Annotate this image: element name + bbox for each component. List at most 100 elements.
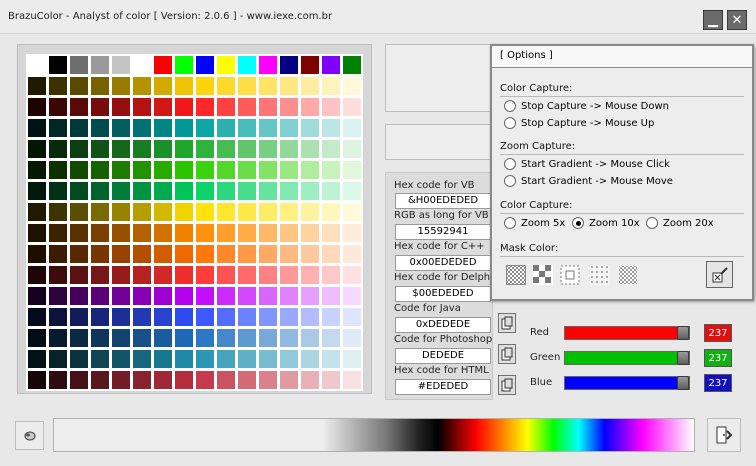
palette-swatch[interactable] (342, 118, 362, 138)
palette-swatch[interactable] (321, 265, 341, 285)
palette-swatch[interactable] (48, 181, 68, 201)
palette-swatch[interactable] (48, 223, 68, 243)
palette-swatch[interactable] (342, 307, 362, 327)
palette-swatch[interactable] (69, 55, 89, 75)
palette-swatch[interactable] (174, 55, 194, 75)
palette-swatch[interactable] (132, 307, 152, 327)
eyedropper-button[interactable] (15, 421, 44, 450)
palette-swatch[interactable] (300, 349, 320, 369)
palette-swatch[interactable] (237, 244, 257, 264)
palette-swatch[interactable] (153, 118, 173, 138)
palette-swatch[interactable] (69, 265, 89, 285)
palette-swatch[interactable] (27, 328, 47, 348)
copy-java-button[interactable] (498, 313, 516, 333)
green-slider-thumb[interactable] (677, 351, 689, 365)
palette-swatch[interactable] (279, 118, 299, 138)
blue-slider[interactable] (564, 376, 690, 390)
palette-swatch[interactable] (111, 160, 131, 180)
palette-swatch[interactable] (111, 55, 131, 75)
palette-swatch[interactable] (195, 202, 215, 222)
palette-swatch[interactable] (237, 349, 257, 369)
palette-swatch[interactable] (195, 265, 215, 285)
palette-swatch[interactable] (132, 160, 152, 180)
palette-swatch[interactable] (69, 118, 89, 138)
palette-swatch[interactable] (132, 97, 152, 117)
palette-swatch[interactable] (69, 328, 89, 348)
palette-swatch[interactable] (321, 223, 341, 243)
palette-swatch[interactable] (174, 223, 194, 243)
palette-swatch[interactable] (27, 55, 47, 75)
palette-swatch[interactable] (132, 328, 152, 348)
palette-swatch[interactable] (300, 370, 320, 390)
palette-swatch[interactable] (111, 328, 131, 348)
palette-swatch[interactable] (300, 97, 320, 117)
palette-swatch[interactable] (153, 370, 173, 390)
palette-swatch[interactable] (279, 286, 299, 306)
palette-swatch[interactable] (48, 244, 68, 264)
palette-swatch[interactable] (279, 97, 299, 117)
palette-swatch[interactable] (90, 223, 110, 243)
palette-swatch[interactable] (111, 265, 131, 285)
palette-swatch[interactable] (279, 328, 299, 348)
palette-swatch[interactable] (90, 139, 110, 159)
palette-swatch[interactable] (132, 286, 152, 306)
palette-swatch[interactable] (237, 307, 257, 327)
palette-swatch[interactable] (27, 202, 47, 222)
palette-swatch[interactable] (258, 97, 278, 117)
palette-swatch[interactable] (300, 118, 320, 138)
palette-swatch[interactable] (195, 349, 215, 369)
mask-checker-fine-icon[interactable] (506, 265, 526, 285)
palette-swatch[interactable] (279, 76, 299, 96)
minimize-button[interactable]: ▁ (703, 10, 723, 30)
palette-swatch[interactable] (69, 76, 89, 96)
palette-swatch[interactable] (279, 244, 299, 264)
palette-swatch[interactable] (342, 55, 362, 75)
palette-swatch[interactable] (195, 328, 215, 348)
code-field-vb[interactable]: &H00EDEDED (395, 193, 491, 209)
palette-swatch[interactable] (195, 160, 215, 180)
palette-swatch[interactable] (153, 307, 173, 327)
palette-swatch[interactable] (300, 139, 320, 159)
palette-swatch[interactable] (216, 202, 236, 222)
palette-swatch[interactable] (258, 76, 278, 96)
palette-swatch[interactable] (90, 370, 110, 390)
palette-swatch[interactable] (300, 286, 320, 306)
radio-icon[interactable] (646, 217, 658, 229)
palette-swatch[interactable] (153, 286, 173, 306)
palette-swatch[interactable] (258, 118, 278, 138)
palette-swatch[interactable] (174, 139, 194, 159)
red-slider[interactable] (564, 326, 690, 340)
palette-swatch[interactable] (69, 202, 89, 222)
palette-swatch[interactable] (342, 370, 362, 390)
palette-swatch[interactable] (90, 118, 110, 138)
palette-swatch[interactable] (216, 223, 236, 243)
palette-swatch[interactable] (174, 181, 194, 201)
palette-swatch[interactable] (27, 244, 47, 264)
blue-slider-thumb[interactable] (677, 376, 689, 390)
palette-swatch[interactable] (321, 160, 341, 180)
palette-swatch[interactable] (174, 307, 194, 327)
palette-swatch[interactable] (111, 76, 131, 96)
palette-swatch[interactable] (342, 286, 362, 306)
palette-swatch[interactable] (174, 244, 194, 264)
palette-swatch[interactable] (132, 118, 152, 138)
palette-swatch[interactable] (174, 328, 194, 348)
palette-swatch[interactable] (111, 307, 131, 327)
palette-swatch[interactable] (153, 97, 173, 117)
radio-icon[interactable] (504, 100, 516, 112)
palette-swatch[interactable] (342, 265, 362, 285)
palette-swatch[interactable] (48, 286, 68, 306)
palette-swatch[interactable] (237, 370, 257, 390)
palette-swatch[interactable] (321, 244, 341, 264)
palette-swatch[interactable] (90, 307, 110, 327)
radio-icon[interactable] (504, 117, 516, 129)
palette-swatch[interactable] (342, 244, 362, 264)
palette-swatch[interactable] (279, 370, 299, 390)
palette-swatch[interactable] (195, 139, 215, 159)
palette-swatch[interactable] (300, 202, 320, 222)
palette-swatch[interactable] (111, 370, 131, 390)
palette-swatch[interactable] (279, 223, 299, 243)
palette-swatch[interactable] (279, 139, 299, 159)
zoom-5x-option[interactable]: Zoom 5x (504, 217, 565, 229)
palette-swatch[interactable] (237, 328, 257, 348)
